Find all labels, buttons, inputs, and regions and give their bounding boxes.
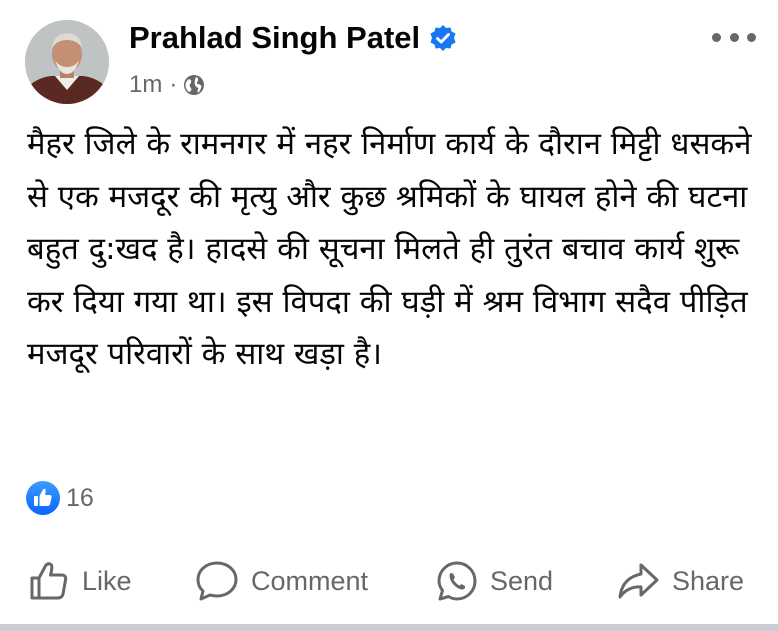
share-icon xyxy=(618,563,659,599)
share-label: Share xyxy=(672,565,745,596)
timestamp[interactable]: 1m xyxy=(129,71,162,99)
meta-separator: · xyxy=(169,71,178,98)
action-bar: Like Comment Send Share xyxy=(0,555,778,607)
more-options-button[interactable] xyxy=(712,26,756,48)
like-button[interactable]: Like xyxy=(28,555,132,607)
author-name[interactable]: Prahlad Singh Patel xyxy=(129,18,420,58)
comment-label: Comment xyxy=(251,565,369,596)
verified-badge-icon xyxy=(428,23,458,53)
profile-photo xyxy=(25,20,109,104)
send-button[interactable]: Send xyxy=(436,555,553,607)
send-label: Send xyxy=(490,565,554,596)
facebook-post: Prahlad Singh Patel 1m · मैहर जिले के रा… xyxy=(0,0,778,631)
more-options-icon xyxy=(712,32,721,42)
comment-icon xyxy=(196,561,238,601)
reaction-count: 16 xyxy=(66,483,94,512)
comment-button[interactable]: Comment xyxy=(195,555,368,607)
whatsapp-icon xyxy=(437,561,477,601)
author-row: Prahlad Singh Patel xyxy=(129,18,458,58)
avatar[interactable] xyxy=(25,20,109,104)
post-meta: 1m · xyxy=(129,70,205,100)
thumbs-up-icon xyxy=(30,562,68,600)
reactions-summary[interactable]: 16 xyxy=(25,478,94,518)
globe-icon xyxy=(183,74,205,96)
like-label: Like xyxy=(82,565,132,596)
like-reaction-icon xyxy=(25,480,61,516)
post-divider xyxy=(0,624,778,631)
share-button[interactable]: Share xyxy=(616,555,744,607)
post-text: मैहर जिले के रामनगर में नहर निर्माण कार्… xyxy=(27,126,752,372)
